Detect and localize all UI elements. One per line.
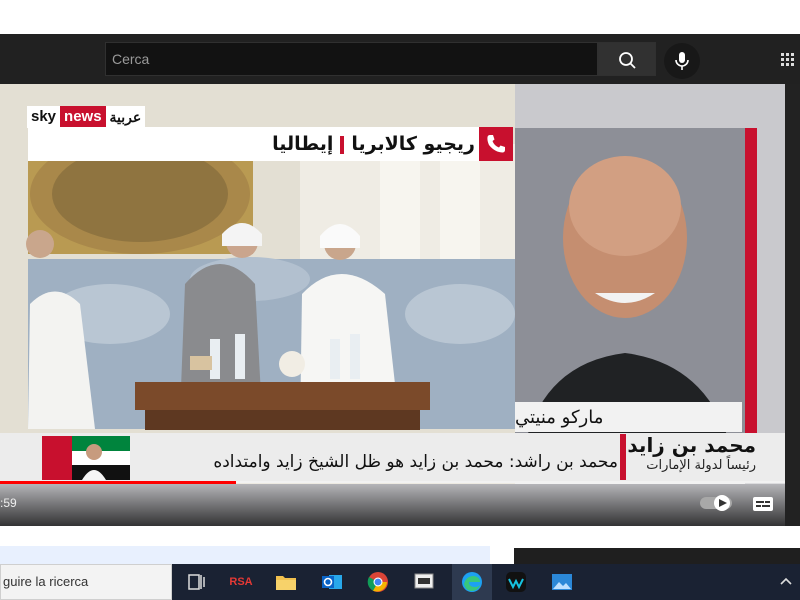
chrome-icon xyxy=(367,572,388,592)
file-explorer-button[interactable] xyxy=(272,568,300,596)
location-text: ريجيو كالابريا إيطاليا xyxy=(272,133,475,155)
guest-portrait xyxy=(515,128,745,444)
chrome-button[interactable] xyxy=(364,568,392,596)
outlook-icon xyxy=(322,575,342,589)
uae-flag-leader-image xyxy=(42,436,130,480)
tray-expand-button[interactable] xyxy=(772,568,800,596)
headline-red-divider xyxy=(620,434,626,480)
phone-badge xyxy=(479,127,513,161)
outlook-button[interactable] xyxy=(318,568,346,596)
rsa-icon: RSA xyxy=(229,576,253,588)
location-separator xyxy=(340,135,345,154)
page-content-right xyxy=(514,548,800,564)
photos-button[interactable] xyxy=(548,568,576,596)
leader-thumbnail xyxy=(42,436,130,480)
logo-news: news xyxy=(60,106,106,128)
voice-search-button[interactable] xyxy=(664,43,700,79)
taskbar-search-input[interactable]: guire la ricerca xyxy=(0,564,172,600)
location-bar: ريجيو كالابريا إيطاليا xyxy=(28,127,513,161)
edge-icon xyxy=(462,572,482,592)
apps-grid-icon xyxy=(781,53,794,66)
guest-name-box: ماركو منيتي xyxy=(515,402,742,432)
guest-name: ماركو منيتي xyxy=(515,406,604,428)
player-controls-overlay xyxy=(0,484,785,526)
search-input[interactable]: Cerca xyxy=(105,42,598,76)
logo-sky: sky xyxy=(27,106,61,128)
search-icon xyxy=(619,52,636,69)
news-headline: محمد بن راشد: محمد بن زايد هو ظل الشيخ ز… xyxy=(213,452,618,472)
location-city: ريجيو كالابريا xyxy=(351,133,475,155)
phone-icon xyxy=(487,135,505,153)
generic-app-icon xyxy=(414,573,434,589)
subtitles-icon[interactable] xyxy=(752,496,774,512)
progress-fill xyxy=(0,481,236,484)
apps-grid-button[interactable] xyxy=(780,52,796,68)
rsa-button[interactable]: RSA xyxy=(226,568,256,596)
mic-icon xyxy=(675,52,689,70)
webex-button[interactable] xyxy=(502,568,530,596)
location-country: إيطاليا xyxy=(272,133,334,155)
logo-arabic: عربية xyxy=(105,106,146,128)
file-explorer-icon xyxy=(276,576,296,590)
time-display: :59 xyxy=(0,496,17,510)
side-panel-edge xyxy=(785,84,800,526)
autoplay-toggle[interactable] xyxy=(700,494,734,512)
page-content-left xyxy=(0,546,490,564)
video-frame: sky news عربية ريجيو كالابريا إيطاليا مار… xyxy=(0,84,785,526)
task-view-button[interactable] xyxy=(182,568,210,596)
leader-name: محمد بن زايد xyxy=(627,433,756,457)
generic-app-button[interactable] xyxy=(410,568,438,596)
task-view-icon xyxy=(188,574,205,590)
leader-title: رئيساً لدولة الإمارات xyxy=(646,458,756,473)
video-player[interactable]: sky news عربية ريجيو كالابريا إيطاليا مار… xyxy=(0,84,800,526)
sky-news-arabia-logo: sky news عربية xyxy=(27,106,146,128)
edge-button[interactable] xyxy=(458,568,486,596)
photos-icon xyxy=(552,574,572,590)
red-accent-bar xyxy=(745,128,757,478)
browser-top-strip xyxy=(0,0,800,35)
search-button[interactable] xyxy=(598,42,656,76)
chevron-up-icon xyxy=(780,577,792,585)
webex-icon xyxy=(506,572,526,592)
